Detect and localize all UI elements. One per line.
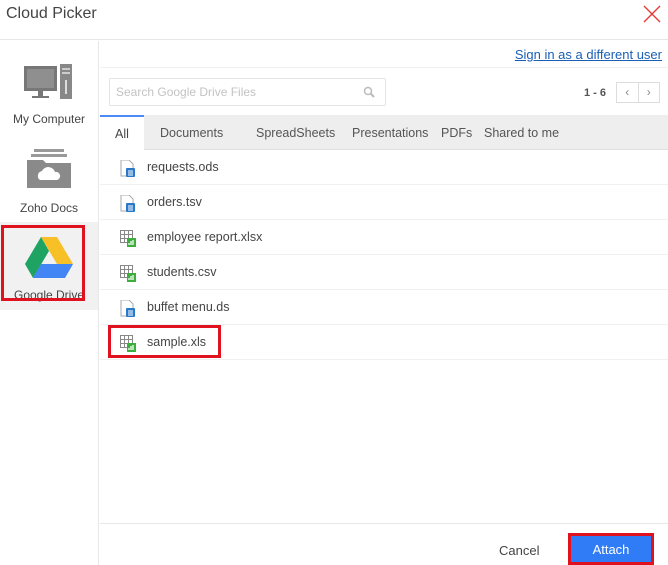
sign-in-different-user-link[interactable]: Sign in as a different user [515, 47, 662, 62]
window-title: Cloud Picker [6, 5, 97, 22]
computer-icon [24, 64, 72, 99]
file-name: buffet menu.ds [147, 300, 230, 314]
tab-all[interactable]: All [100, 115, 144, 151]
next-page-button[interactable]: › [637, 83, 660, 102]
folder-cloud-icon [27, 149, 71, 188]
file-row[interactable]: buffet menu.ds [100, 290, 668, 325]
search-icon[interactable] [363, 86, 375, 98]
document-file-icon [120, 299, 136, 320]
sidebar-item-label: Zoho Docs [19, 201, 79, 215]
attach-highlight [568, 533, 654, 565]
spreadsheet-file-icon [120, 265, 136, 285]
close-icon[interactable] [642, 4, 662, 24]
sidebar-item-zoho-docs[interactable]: Zoho Docs [0, 135, 98, 223]
file-row[interactable]: orders.tsv [100, 185, 668, 220]
title-bar: Cloud Picker [0, 0, 668, 40]
prev-page-button[interactable]: ‹ [617, 83, 638, 102]
document-file-icon [120, 159, 136, 180]
search-box [109, 78, 386, 106]
footer-divider [100, 523, 668, 524]
spreadsheet-file-icon [120, 230, 136, 250]
file-row[interactable]: students.csv [100, 255, 668, 290]
tab-spreadsheets[interactable]: SpreadSheets [256, 115, 335, 150]
tab-presentations[interactable]: Presentations [352, 115, 428, 150]
file-row[interactable]: employee report.xlsx [100, 220, 668, 255]
tab-documents[interactable]: Documents [160, 115, 223, 150]
file-name: orders.tsv [147, 195, 202, 209]
file-name: students.csv [147, 265, 217, 279]
file-name: employee report.xlsx [147, 230, 263, 244]
sidebar: My Computer Zoho Docs Google Drive [0, 41, 99, 565]
page-range: 1 - 6 [584, 87, 607, 99]
tab-pdfs[interactable]: PDFs [441, 115, 472, 150]
pager-buttons: ‹ › [616, 82, 660, 103]
file-type-tabs: All Documents SpreadSheets Presentations… [100, 115, 668, 151]
file-name: requests.ods [147, 160, 219, 174]
file-row[interactable]: requests.ods [100, 150, 668, 185]
tab-shared-to-me[interactable]: Shared to me [484, 115, 559, 150]
sample-file-highlight [108, 325, 221, 358]
document-file-icon [120, 194, 136, 215]
divider [100, 67, 668, 68]
sidebar-item-label: My Computer [12, 112, 86, 126]
google-drive-highlight [1, 225, 85, 301]
cancel-button[interactable]: Cancel [499, 543, 539, 558]
sidebar-item-my-computer[interactable]: My Computer [0, 46, 98, 134]
search-input[interactable] [110, 79, 350, 105]
